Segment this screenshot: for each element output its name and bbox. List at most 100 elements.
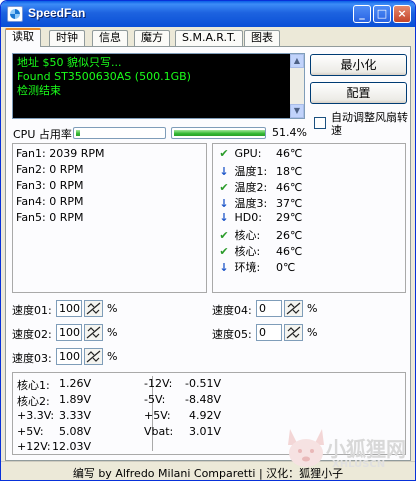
tab-exotics[interactable]: 魔方: [134, 30, 170, 46]
cpu-usage-label: CPU 占用率: [13, 128, 72, 141]
voltage-value: 3.01V: [188, 425, 221, 438]
fan-speeds-panel: Fan1: 2039 RPM Fan2: 0 RPM Fan3: 0 RPM F…: [12, 143, 207, 293]
tab-clock[interactable]: 时钟: [49, 30, 85, 46]
temperature-value: 0℃: [276, 261, 296, 274]
spinner-icon: [86, 350, 101, 363]
voltage-name: 核心1:: [17, 379, 50, 392]
voltage-value: 1.26V: [58, 377, 91, 390]
temperature-value: 37℃: [276, 197, 303, 210]
voltage-value: 3.33V: [58, 409, 91, 422]
speed01-unit: %: [107, 302, 118, 315]
voltage-value: 5.08V: [58, 425, 91, 438]
voltage-name: Vbat:: [144, 425, 174, 438]
voltage-value: -8.48V: [185, 393, 221, 406]
cpu-usage-bar-1: [73, 127, 166, 139]
speed03-input[interactable]: 100: [56, 348, 82, 365]
tab-smart[interactable]: S.M.A.R.T.: [175, 30, 243, 46]
temperature-value: 18℃: [276, 165, 303, 178]
log-line: Found ST3500630AS (500.1GB): [17, 70, 191, 83]
speed05-label: 速度05:: [212, 328, 252, 341]
temperature-value: 46℃: [276, 245, 303, 258]
speed02-label: 速度02:: [12, 328, 52, 341]
speed02-unit: %: [107, 326, 118, 339]
fan-reading: Fan1: 2039 RPM: [16, 147, 105, 160]
speed05-input[interactable]: 0: [256, 324, 282, 341]
speed04-label: 速度04:: [212, 304, 252, 317]
temperature-value: 26℃: [276, 229, 303, 242]
temperature-name: 核心:: [234, 229, 261, 242]
voltage-value: -0.51V: [185, 377, 221, 390]
temperature-row: ✔ 核心: 46℃: [217, 243, 302, 259]
temperature-name: 环境:: [234, 261, 261, 274]
status-bar: 编写 by Alfredo Milani Comparetti | 汉化：狐狸小…: [1, 461, 415, 480]
voltage-value: 4.92V: [188, 409, 221, 422]
temperatures-panel: ✔ GPU: 46℃ ↓ 温度1: 18℃ ✔ 温度2: 46℃ ↓ 温度3: …: [212, 143, 406, 293]
temperature-row: ✔ 温度2: 46℃: [217, 179, 302, 195]
temperature-row: ↓ 环境: 0℃: [217, 259, 295, 275]
close-window-button[interactable]: ×: [393, 5, 411, 23]
speed01-label: 速度01:: [12, 304, 52, 317]
voltage-name: +5V:: [144, 409, 171, 422]
log-line: 地址 $50 貌似只写...: [17, 56, 122, 69]
title-bar[interactable]: SpeedFan _ □ ×: [1, 1, 415, 27]
temperature-row: ✔ 核心: 26℃: [217, 227, 302, 243]
fan-reading: Fan2: 0 RPM: [16, 163, 84, 176]
speed01-spinner[interactable]: [84, 300, 103, 317]
fan-reading: Fan4: 0 RPM: [16, 195, 84, 208]
temperature-value: 29℃: [276, 211, 303, 224]
cpu-usage-fill-1: [76, 130, 80, 136]
speed02-spinner[interactable]: [84, 324, 103, 341]
arrow-down-icon: ↓: [219, 165, 229, 178]
fan-reading: Fan5: 0 RPM: [16, 211, 84, 224]
temperature-value: 46℃: [276, 147, 303, 160]
check-icon: ✔: [219, 147, 229, 160]
temperature-row: ↓ 温度3: 37℃: [217, 195, 302, 211]
voltages-panel: 核心1: 1.26V 核心2: 1.89V +3.3V: 3.33V +5V: …: [12, 372, 406, 455]
spinner-icon: [286, 302, 301, 315]
minimize-window-button[interactable]: _: [353, 5, 371, 23]
voltage-name: -5V:: [144, 393, 166, 406]
temperature-row: ↓ HD0: 29℃: [217, 211, 302, 224]
status-text: 编写 by Alfredo Milani Comparetti | 汉化：狐狸小…: [72, 467, 344, 480]
spinner-icon: [286, 326, 301, 339]
scroll-down-icon[interactable]: ▼: [290, 104, 304, 118]
cpu-usage-fill-2: [174, 130, 265, 136]
voltage-value: 1.89V: [58, 393, 91, 406]
temperature-name: 温度1:: [234, 165, 268, 178]
speed01-input[interactable]: 100: [56, 300, 82, 317]
fan-reading: Fan3: 0 RPM: [16, 179, 84, 192]
window-title: SpeedFan: [28, 6, 86, 20]
temperature-name: GPU:: [234, 147, 262, 160]
speed04-input[interactable]: 0: [256, 300, 282, 317]
tab-info[interactable]: 信息: [92, 30, 128, 46]
cpu-usage-bar-2: [171, 127, 266, 139]
maximize-window-button[interactable]: □: [373, 5, 391, 23]
temperature-name: 温度3:: [234, 197, 268, 210]
log-scrollbar[interactable]: ▲ ▼: [290, 54, 304, 118]
arrow-down-icon: ↓: [219, 211, 229, 224]
temperature-name: HD0:: [234, 211, 262, 224]
check-icon: ✔: [219, 181, 229, 194]
temperature-row: ↓ 温度1: 18℃: [217, 163, 302, 179]
temperature-name: 核心:: [234, 245, 261, 258]
check-icon: ✔: [219, 245, 229, 258]
auto-fan-checkbox[interactable]: [314, 117, 326, 129]
cpu-usage-percent: 51.4%: [272, 126, 307, 139]
app-fan-icon: [7, 6, 23, 22]
tab-readings[interactable]: 读取: [5, 28, 41, 47]
voltage-name: 核心2:: [17, 395, 50, 408]
scroll-up-icon[interactable]: ▲: [290, 54, 304, 68]
tab-charts[interactable]: 图表: [244, 30, 280, 46]
config-button[interactable]: 配置: [310, 82, 407, 104]
speed05-spinner[interactable]: [284, 324, 303, 341]
temperature-name: 温度2:: [234, 181, 268, 194]
log-output[interactable]: 地址 $50 貌似只写... Found ST3500630AS (500.1G…: [12, 53, 305, 119]
voltage-name: +12V:: [17, 440, 51, 453]
speed02-input[interactable]: 100: [56, 324, 82, 341]
speed04-spinner[interactable]: [284, 300, 303, 317]
check-icon: ✔: [219, 229, 229, 242]
speedfan-window: SpeedFan _ □ × 读取 时钟 信息 魔方 S.M.A.R.T. 图表…: [0, 0, 416, 481]
speed03-spinner[interactable]: [84, 348, 103, 365]
minimize-button[interactable]: 最小化: [310, 54, 407, 76]
arrow-down-icon: ↓: [219, 197, 229, 210]
